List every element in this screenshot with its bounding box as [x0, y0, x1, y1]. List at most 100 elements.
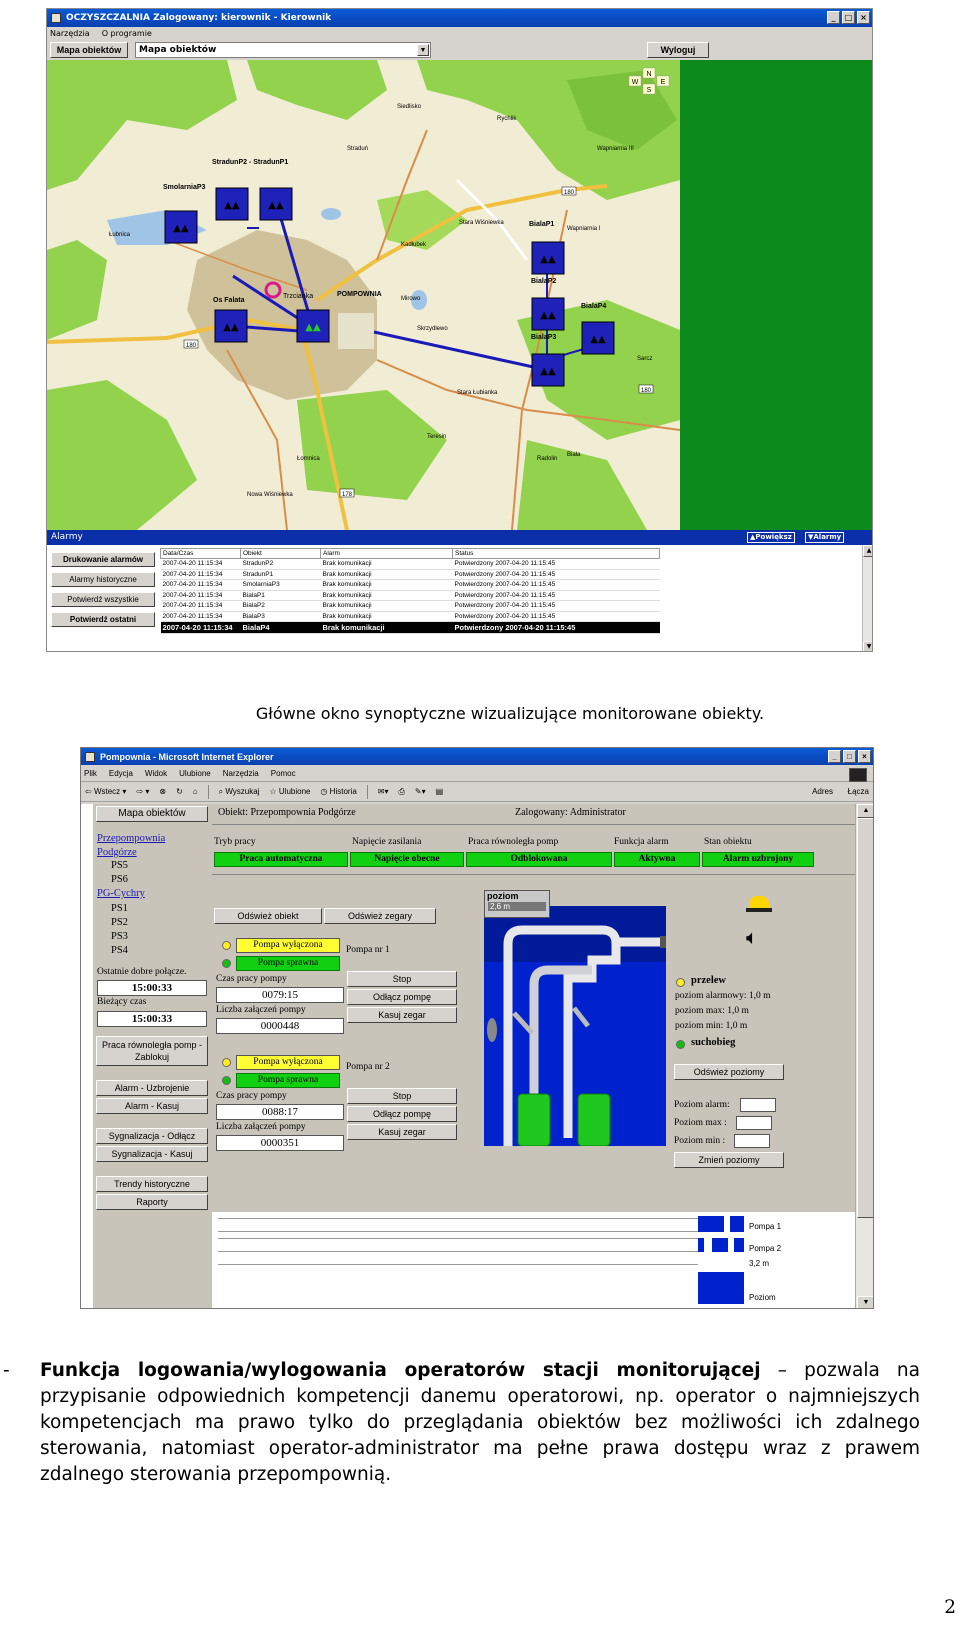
menu-widok[interactable]: Widok	[145, 769, 167, 778]
close-button[interactable]: ×	[858, 750, 871, 763]
signal-reset-button[interactable]: Sygnalizacja - Kasuj	[96, 1146, 208, 1162]
table-row[interactable]: 2007-04-20 11:15:34 BialaP2 Brak komunikac…	[160, 600, 660, 612]
station-bialap1-icon[interactable]: ▲▲	[531, 241, 565, 275]
column-header[interactable]: Alarm	[320, 548, 453, 559]
reports-button[interactable]: Raporty	[96, 1194, 208, 1210]
scroll-down-icon[interactable]: ▼	[863, 641, 872, 651]
logout-button[interactable]: Wyloguj	[647, 42, 709, 58]
nav-item-ps4[interactable]: PS4	[111, 945, 128, 956]
max-level-input[interactable]	[736, 1116, 772, 1130]
nav-item-ps5[interactable]: PS5	[111, 860, 128, 871]
search-button[interactable]: ⌕ Wyszukaj	[219, 787, 260, 797]
discuss-icon[interactable]: ▤	[436, 787, 444, 796]
pump2-reset-clock-button[interactable]: Kasuj zegar	[347, 1124, 457, 1140]
print-icon[interactable]: ⎙	[399, 787, 405, 797]
signal-disconnect-button[interactable]: Sygnalizacja - Odłącz	[96, 1128, 208, 1144]
map-select[interactable]: Mapa obiektów ▼	[135, 42, 431, 58]
table-cell: BialaP1	[240, 590, 321, 601]
station-stradunp1-icon[interactable]: ▲▲	[259, 187, 293, 221]
alarm-reset-button[interactable]: Alarm - Kasuj	[96, 1098, 208, 1114]
minimize-button[interactable]: _	[827, 11, 840, 24]
pump2-stop-button[interactable]: Stop	[347, 1088, 457, 1104]
menu-ulubione[interactable]: Ulubione	[179, 769, 211, 778]
table-row[interactable]: 2007-04-20 11:15:34 BialaP1 Brak komunikac…	[160, 590, 660, 601]
mail-icon[interactable]: ✉▾	[378, 787, 389, 796]
table-row[interactable]: 2007-04-20 11:15:34 StradunP2 Brak komunik…	[160, 558, 660, 570]
table-row-selected[interactable]: 2007-04-20 11:15:34 BialaP4 Brak komunikac…	[160, 621, 660, 634]
menu-plik[interactable]: Plik	[84, 769, 97, 778]
menu-narzedzia[interactable]: Narzędzia	[50, 29, 90, 38]
table-cell: Potwierdzony 2007-04-20 11:15:45	[452, 569, 660, 580]
map-objects-button[interactable]: Mapa obiektów	[96, 806, 208, 822]
nav-item-ps2[interactable]: PS2	[111, 917, 128, 928]
min-level-input[interactable]	[734, 1134, 770, 1148]
station-bialap3-icon[interactable]: ▲▲	[531, 353, 565, 387]
map-view[interactable]: ▲▲ ▲▲ ▲▲ ▲▲ ▲▲ ▲▲ ▲▲ ▲▲ ▲▲ StradunP2 - S…	[47, 60, 872, 530]
edit-icon[interactable]: ✎▾	[415, 787, 426, 796]
chevron-down-icon[interactable]: ▼	[417, 44, 429, 56]
confirm-all-button[interactable]: Potwierdź wszystkie	[51, 592, 155, 607]
column-header[interactable]: Data/Czas	[160, 548, 241, 559]
pump1-disconnect-button[interactable]: Odłącz pompę	[347, 989, 457, 1005]
link-przepompownia-podgorze[interactable]: Przepompownia Podgórze	[97, 832, 167, 860]
scroll-up-icon[interactable]: ▲	[863, 545, 872, 557]
historical-alarms-button[interactable]: Alarmy historyczne	[51, 572, 155, 587]
nav-item-ps3[interactable]: PS3	[111, 931, 128, 942]
nav-item-ps6[interactable]: PS6	[111, 874, 128, 885]
station-osfalata-icon[interactable]: ▲▲	[214, 309, 248, 343]
label-town: Siedlisko	[397, 104, 422, 110]
refresh-clocks-button[interactable]: Odśwież zegary	[324, 908, 436, 924]
scroll-down-icon[interactable]: ▼	[857, 1296, 873, 1308]
speaker-icon[interactable]: 🔈︎	[746, 928, 758, 948]
link-pg-cychry[interactable]: PG-Cychry	[97, 888, 145, 899]
station-bialap2-icon[interactable]: ▲▲	[531, 297, 565, 331]
pump1-stop-button[interactable]: Stop	[347, 971, 457, 987]
overflow-label: przelew	[691, 975, 726, 986]
print-alarms-button[interactable]: Drukowanie alarmów	[51, 552, 155, 567]
history-button[interactable]: ◷ Historia	[320, 787, 356, 796]
menu-edycja[interactable]: Edycja	[109, 769, 133, 778]
pump2-disconnect-button[interactable]: Odłącz pompę	[347, 1106, 457, 1122]
alarm-arm-button[interactable]: Alarm - Uzbrojenie	[96, 1080, 208, 1096]
change-levels-button[interactable]: Zmień poziomy	[674, 1152, 784, 1168]
maximize-button[interactable]: □	[843, 750, 856, 763]
back-button[interactable]: ⇦ Wstecz ▾	[85, 787, 126, 796]
table-cell: Brak komunikacji	[320, 590, 453, 601]
menu-pomoc[interactable]: Pomoc	[271, 769, 296, 778]
minimize-button[interactable]: _	[828, 750, 841, 763]
menu-narzedzia[interactable]: Narzędzia	[223, 769, 259, 778]
page-scrollbar[interactable]: ▲ ▼	[855, 804, 873, 1308]
stop-icon[interactable]: ⊗	[159, 787, 166, 796]
refresh-icon[interactable]: ↻	[176, 787, 183, 796]
links-label[interactable]: Łącza	[848, 787, 869, 796]
expand-alarms-button[interactable]: ▲Powiększ	[747, 532, 795, 543]
scroll-thumb[interactable]	[857, 818, 873, 1218]
alarms-toggle-button[interactable]: ▼Alarmy	[805, 532, 845, 543]
alarm-level-input[interactable]	[740, 1098, 776, 1112]
nav-item-ps1[interactable]: PS1	[111, 903, 128, 914]
refresh-levels-button[interactable]: Odśwież poziomy	[674, 1064, 784, 1080]
pump1-reset-clock-button[interactable]: Kasuj zegar	[347, 1007, 457, 1023]
station-smolarniap3-icon[interactable]: ▲▲	[164, 210, 198, 244]
map-objects-button[interactable]: Mapa obiektów	[50, 42, 128, 58]
refresh-object-button[interactable]: Odśwież obiekt	[214, 908, 322, 924]
parallel-pumps-lock-button[interactable]: Praca równoległa pomp - Zablokuj	[96, 1036, 208, 1066]
table-row[interactable]: 2007-04-20 11:15:34 BialaP3 Brak komunikac…	[160, 611, 660, 622]
table-row[interactable]: 2007-04-20 11:15:34 SmolarniaP3 Brak komun…	[160, 579, 660, 591]
table-row[interactable]: 2007-04-20 11:15:34 StradunP1 Brak komunik…	[160, 569, 660, 580]
maximize-button[interactable]: □	[842, 11, 855, 24]
station-bialap4-icon[interactable]: ▲▲	[581, 321, 615, 355]
home-icon[interactable]: ⌂	[193, 787, 198, 796]
station-pompownia-icon[interactable]: ▲▲	[296, 309, 330, 343]
station-stradunp2-icon[interactable]: ▲▲	[215, 187, 249, 221]
column-header[interactable]: Obiekt	[240, 548, 321, 559]
confirm-last-button[interactable]: Potwierdź ostatni	[51, 612, 155, 627]
menu-o-programie[interactable]: O programie	[102, 29, 152, 38]
favorites-button[interactable]: ☆ Ulubione	[269, 787, 310, 796]
close-button[interactable]: ×	[857, 11, 870, 24]
column-header[interactable]: Status	[452, 548, 660, 559]
historical-trends-button[interactable]: Trendy historyczne	[96, 1176, 208, 1192]
forward-arrow-icon[interactable]: ⇨ ▾	[136, 787, 149, 796]
scroll-up-icon[interactable]: ▲	[857, 804, 873, 818]
alarm-scrollbar[interactable]: ▲ ▼	[862, 545, 872, 651]
